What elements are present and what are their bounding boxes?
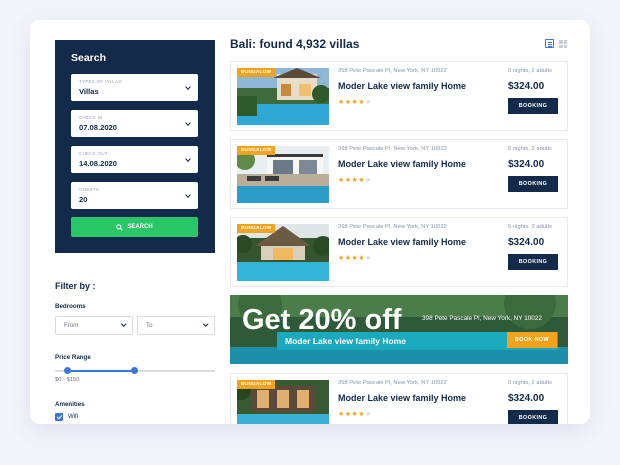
villa-photo: BUNGALOW xyxy=(237,380,329,424)
listing-name[interactable]: Moder Lake view family Home xyxy=(338,393,466,403)
chevron-down-icon xyxy=(185,84,191,90)
listing-tag: BUNGALOW xyxy=(237,68,276,77)
listing-tag: BUNGALOW xyxy=(237,380,276,389)
listing-address: 398 Pete Pascale Pl, New York, NY 10022 xyxy=(338,380,447,386)
promo-banner[interactable]: Get 20% off 398 Pete Pascale Pl, New Yor… xyxy=(230,295,568,364)
price-range-max-handle[interactable] xyxy=(131,367,138,374)
grid-view-icon[interactable] xyxy=(559,40,567,48)
listing-name[interactable]: Moder Lake view family Home xyxy=(338,159,466,169)
listing-name[interactable]: Moder Lake view family Home xyxy=(338,81,466,91)
field-label: CHECK OUT xyxy=(79,151,108,156)
search-button[interactable]: SEARCH xyxy=(71,217,198,237)
listing-nights: 5 nights, 2 adults xyxy=(508,224,552,230)
star-rating: ★★★★★ xyxy=(338,177,372,184)
listing-price: $324.00 xyxy=(508,159,545,170)
villa-photo: BUNGALOW xyxy=(237,68,329,125)
search-title: Search xyxy=(71,52,107,64)
booking-button[interactable]: BOOKING xyxy=(508,410,558,424)
listing-name[interactable]: Moder Lake view family Home xyxy=(338,237,466,247)
results-title: Bali: found 4,932 villas xyxy=(230,37,360,51)
bedrooms-to-select[interactable]: To xyxy=(137,316,215,335)
filter-title: Filter by : xyxy=(55,281,96,291)
booking-button[interactable]: BOOKING xyxy=(508,98,558,114)
field-label: GUESTS xyxy=(79,187,100,192)
list-view-icon[interactable] xyxy=(545,39,554,48)
promo-address: 398 Pete Pascale Pl, New York, NY 10022 xyxy=(422,315,542,322)
villa-photo: BUNGALOW xyxy=(237,146,329,203)
villa-photo: BUNGALOW xyxy=(237,224,329,281)
field-value: 07.08.2020 xyxy=(79,123,118,132)
listing-card[interactable]: BUNGALOW 398 Pete Pascale Pl, New York, … xyxy=(230,139,568,209)
listing-card[interactable]: BUNGALOW 398 Pete Pascale Pl, New York, … xyxy=(230,373,568,424)
chevron-down-icon xyxy=(120,321,126,327)
wifi-label: Wifi xyxy=(68,414,78,420)
listing-price: $324.00 xyxy=(508,81,545,92)
book-now-button[interactable]: BOOK NOW xyxy=(507,332,557,348)
listing-nights: 5 nights, 2 adults xyxy=(508,68,552,74)
amenities-label: Amenities xyxy=(55,401,85,408)
listing-price: $324.00 xyxy=(508,393,545,404)
chevron-down-icon xyxy=(185,120,191,126)
listing-card[interactable]: BUNGALOW 398 Pete Pascale Pl, New York, … xyxy=(230,217,568,287)
chevron-down-icon xyxy=(185,192,191,198)
promo-name: Moder Lake view family Home xyxy=(285,336,406,346)
chevron-down-icon xyxy=(202,321,208,327)
price-range-label: Price Range xyxy=(55,354,91,361)
check-out-field[interactable]: CHECK OUT 14.08.2020 xyxy=(71,146,198,173)
select-value: From xyxy=(64,322,79,329)
search-button-label: SEARCH xyxy=(127,224,153,230)
listing-nights: 5 nights, 2 adults xyxy=(508,380,552,386)
listing-price: $324.00 xyxy=(508,237,545,248)
price-range-min-handle[interactable] xyxy=(64,367,71,374)
listing-card[interactable]: BUNGALOW 398 Pete Pascale Pl, New York, … xyxy=(230,61,568,131)
listing-address: 398 Pete Pascale Pl, New York, NY 10022 xyxy=(338,224,447,230)
wifi-checkbox[interactable] xyxy=(55,413,63,421)
listing-address: 398 Pete Pascale Pl, New York, NY 10022 xyxy=(338,68,447,74)
bedrooms-from-select[interactable]: From xyxy=(55,316,133,335)
star-rating: ★★★★★ xyxy=(338,411,372,418)
listing-nights: 5 nights, 2 adults xyxy=(508,146,552,152)
villa-search-card: Search TYPES OF VILLAS Villas CHECK IN 0… xyxy=(30,20,590,424)
bedrooms-label: Bedrooms xyxy=(55,303,86,310)
check-in-field[interactable]: CHECK IN 07.08.2020 xyxy=(71,110,198,137)
field-label: CHECK IN xyxy=(79,115,103,120)
listing-tag: BUNGALOW xyxy=(237,224,276,233)
star-rating: ★★★★★ xyxy=(338,99,372,106)
select-value: To xyxy=(146,322,153,329)
listing-tag: BUNGALOW xyxy=(237,146,276,155)
star-rating: ★★★★★ xyxy=(338,255,372,262)
booking-button[interactable]: BOOKING xyxy=(508,176,558,192)
listing-address: 398 Pete Pascale Pl, New York, NY 10022 xyxy=(338,146,447,152)
field-value: 14.08.2020 xyxy=(79,159,118,168)
field-value: Villas xyxy=(79,87,99,96)
price-range-fill xyxy=(67,370,135,372)
field-label: TYPES OF VILLAS xyxy=(79,79,122,84)
villa-type-select[interactable]: TYPES OF VILLAS Villas xyxy=(71,74,198,101)
field-value: 20 xyxy=(79,195,88,204)
guests-select[interactable]: GUESTS 20 xyxy=(71,182,198,209)
chevron-down-icon xyxy=(185,156,191,162)
price-range-value: $0 - $150 xyxy=(55,377,80,383)
search-icon xyxy=(116,223,123,231)
search-panel: Search TYPES OF VILLAS Villas CHECK IN 0… xyxy=(55,40,215,253)
booking-button[interactable]: BOOKING xyxy=(508,254,558,270)
